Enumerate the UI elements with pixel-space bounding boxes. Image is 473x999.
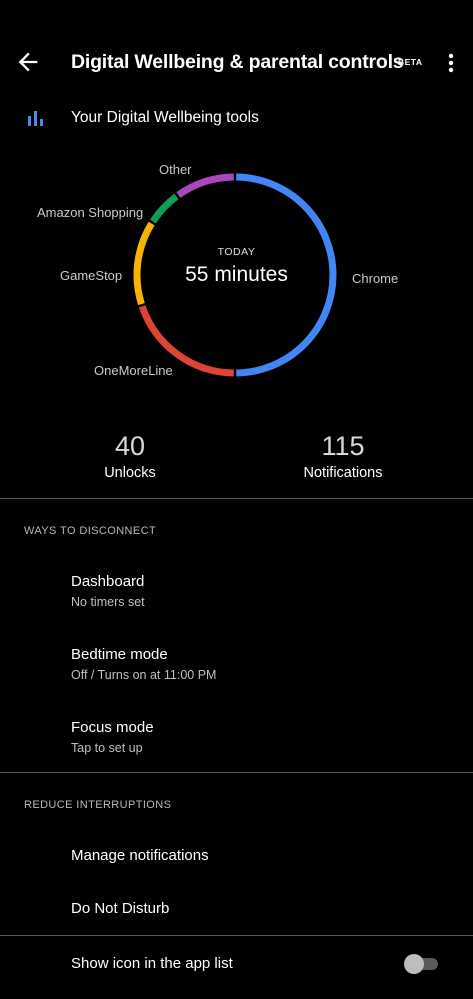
section-header-disconnect: WAYS TO DISCONNECT <box>24 525 157 537</box>
do-not-disturb-title: Do Not Disturb <box>71 900 170 917</box>
chart-center-label: TODAY <box>217 246 256 258</box>
dashboard-item[interactable]: Dashboard No timers set <box>71 573 145 609</box>
more-vert-icon[interactable] <box>440 50 462 76</box>
section-header-interruptions: REDUCE INTERRUPTIONS <box>24 799 172 811</box>
beta-badge: BETA <box>398 57 423 67</box>
focus-mode-title: Focus mode <box>71 719 154 736</box>
manage-notifications-item[interactable]: Manage notifications <box>71 847 209 864</box>
slice-label-onemoreline[interactable]: OneMoreLine <box>94 363 173 378</box>
toggle-thumb <box>404 954 424 974</box>
chart-center-value: 55 minutes <box>185 263 288 286</box>
bedtime-mode-title: Bedtime mode <box>71 646 168 663</box>
dashboard-title: Dashboard <box>71 573 145 590</box>
bedtime-mode-subtitle: Off / Turns on at 11:00 PM <box>71 668 217 682</box>
tools-title: Your Digital Wellbeing tools <box>71 109 259 126</box>
divider <box>0 498 473 499</box>
arrow-back-icon[interactable] <box>14 48 42 76</box>
show-icon-toggle[interactable] <box>404 954 440 974</box>
slice-label-other[interactable]: Other <box>159 162 192 177</box>
app-bar: Digital Wellbeing & parental controls BE… <box>0 0 473 126</box>
unlocks-count: 40 <box>114 431 146 461</box>
bedtime-mode-item[interactable]: Bedtime mode Off / Turns on at 11:00 PM <box>71 646 216 682</box>
show-icon-row[interactable]: Show icon in the app list <box>71 955 233 972</box>
page-title: Digital Wellbeing & parental controls <box>71 51 404 73</box>
divider <box>0 935 473 936</box>
unlocks-label: Unlocks <box>104 465 156 481</box>
do-not-disturb-item[interactable]: Do Not Disturb <box>71 900 169 917</box>
focus-mode-subtitle: Tap to set up <box>71 741 143 755</box>
notifications-label: Notifications <box>303 465 383 481</box>
manage-notifications-title: Manage notifications <box>71 847 209 864</box>
donut-slice-amazon-shopping[interactable] <box>149 193 179 224</box>
slice-label-amazon-shopping[interactable]: Amazon Shopping <box>37 205 143 220</box>
focus-mode-item[interactable]: Focus mode Tap to set up <box>71 719 154 755</box>
bar-chart-icon <box>28 111 43 126</box>
show-icon-label: Show icon in the app list <box>71 955 233 972</box>
dashboard-subtitle: No timers set <box>71 595 145 609</box>
donut-slice-other[interactable] <box>176 173 234 198</box>
notifications-count: 115 <box>321 431 365 461</box>
divider <box>0 772 473 773</box>
